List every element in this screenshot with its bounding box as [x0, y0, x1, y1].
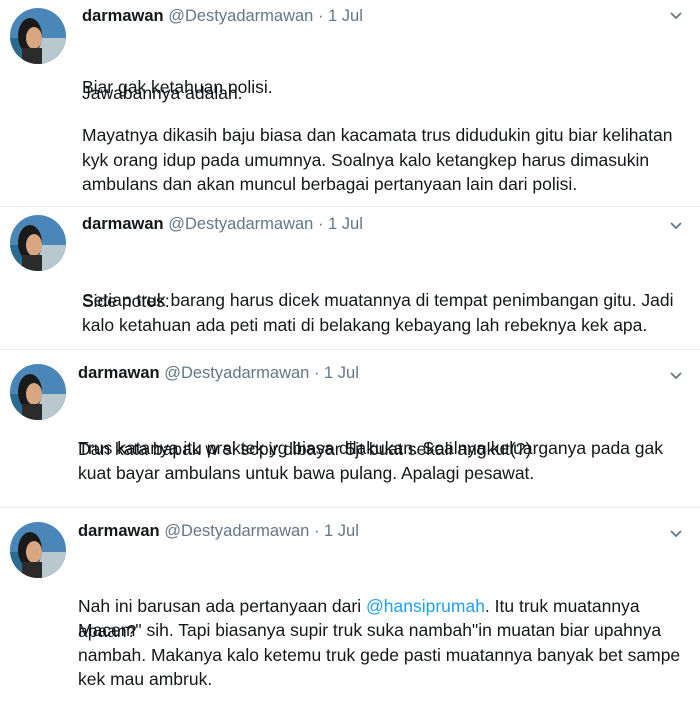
- avatar[interactable]: [10, 215, 66, 271]
- chevron-down-icon[interactable]: [666, 216, 686, 236]
- tweet[interactable]: darmawan @Destyadarmawan · 1 Jul Nah ini…: [0, 508, 700, 705]
- tweet-header: darmawan @Destyadarmawan · 1 Jul: [82, 213, 363, 235]
- author-name[interactable]: darmawan: [78, 522, 160, 540]
- timestamp[interactable]: 1 Jul: [324, 522, 359, 540]
- avatar-image: [10, 364, 66, 420]
- avatar-image: [10, 522, 66, 578]
- tweet-header: darmawan @Destyadarmawan · 1 Jul: [78, 520, 359, 542]
- mention-link[interactable]: @hansiprumah: [366, 596, 485, 616]
- chevron-down-icon[interactable]: [666, 6, 686, 26]
- avatar-image: [10, 8, 66, 64]
- author-handle[interactable]: @Destyadarmawan: [164, 364, 309, 382]
- author-name[interactable]: darmawan: [78, 364, 160, 382]
- avatar[interactable]: [10, 8, 66, 64]
- tweet[interactable]: darmawan @Destyadarmawan · 1 Jul Jawaban…: [0, 0, 700, 207]
- tweet-paragraph: Macem" sih. Tapi biasanya supir truk suk…: [78, 620, 686, 689]
- tweet-paragraph: Biar gak ketahuan polisi.: [82, 77, 273, 97]
- author-handle[interactable]: @Destyadarmawan: [164, 522, 309, 540]
- tweet-text-segment: Nah ini barusan ada pertanyaan dari: [78, 596, 366, 616]
- timestamp[interactable]: 1 Jul: [328, 215, 363, 233]
- tweet[interactable]: darmawan @Destyadarmawan · 1 Jul Dan kat…: [0, 350, 700, 508]
- separator-dot: ·: [317, 7, 324, 25]
- chevron-down-icon[interactable]: [666, 366, 686, 386]
- tweet-header: darmawan @Destyadarmawan · 1 Jul: [78, 362, 359, 384]
- avatar[interactable]: [10, 522, 66, 578]
- tweet-text: Nah ini barusan ada pertanyaan dari @han…: [78, 545, 698, 717]
- author-name[interactable]: darmawan: [82, 215, 164, 233]
- separator-dot: ·: [317, 215, 324, 233]
- tweet-header: darmawan @Destyadarmawan · 1 Jul: [82, 5, 363, 27]
- tweet-paragraph: Trus katanya itu praktek yg biasa dilaku…: [78, 438, 668, 483]
- timestamp[interactable]: 1 Jul: [324, 364, 359, 382]
- author-handle[interactable]: @Destyadarmawan: [168, 215, 313, 233]
- separator-dot: ·: [313, 522, 320, 540]
- tweet[interactable]: darmawan @Destyadarmawan · 1 Jul Side no…: [0, 207, 700, 350]
- timestamp[interactable]: 1 Jul: [328, 7, 363, 25]
- author-handle[interactable]: @Destyadarmawan: [168, 7, 313, 25]
- chevron-down-icon[interactable]: [666, 524, 686, 544]
- separator-dot: ·: [313, 364, 320, 382]
- tweet-paragraph: Mayatnya dikasih baju biasa dan kacamata…: [82, 125, 678, 194]
- author-name[interactable]: darmawan: [82, 7, 164, 25]
- timeline: darmawan @Destyadarmawan · 1 Jul Jawaban…: [0, 0, 700, 705]
- tweet-text: Jawabannya adalah. Biar gak ketahuan pol…: [82, 32, 700, 203]
- avatar-image: [10, 215, 66, 271]
- tweet-paragraph: Setiap truk barang harus dicek muatannya…: [82, 290, 679, 335]
- avatar[interactable]: [10, 364, 66, 420]
